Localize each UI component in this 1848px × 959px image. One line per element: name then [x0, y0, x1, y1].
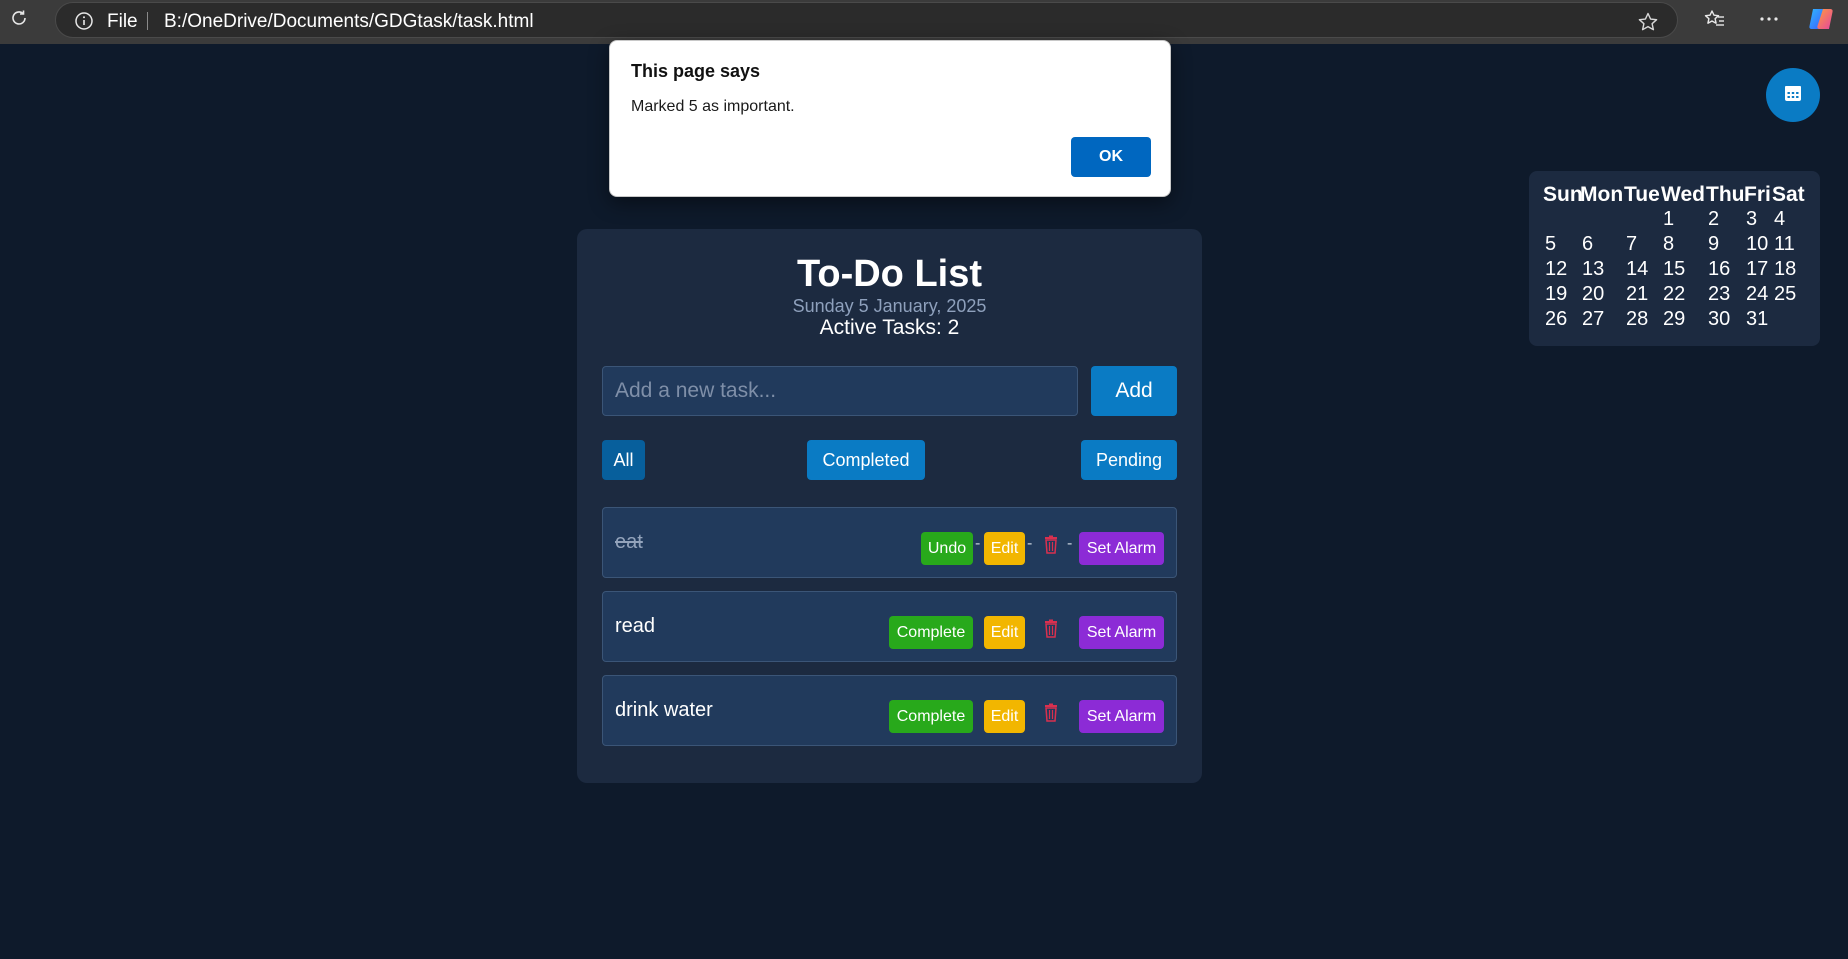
set-alarm-button[interactable]: Set Alarm [1079, 616, 1164, 649]
calendar-day[interactable]: 6 [1580, 233, 1624, 258]
info-icon[interactable] [74, 11, 94, 31]
calendar-day[interactable]: 8 [1661, 233, 1706, 258]
url-text[interactable]: B:/OneDrive/Documents/GDGtask/task.html [164, 11, 534, 33]
task-text: read [615, 615, 656, 637]
file-label: File [107, 11, 138, 32]
calendar-day[interactable]: 29 [1661, 308, 1706, 333]
calendar-day[interactable]: 13 [1580, 258, 1624, 283]
set-alarm-button[interactable]: Set Alarm [1079, 532, 1164, 565]
star-icon[interactable] [1637, 11, 1659, 33]
calendar-day[interactable]: 9 [1706, 233, 1744, 258]
active-task-count: Active Tasks: 2 [819, 316, 960, 339]
todo-card: To-Do List Sunday 5 January, 2025 Active… [577, 229, 1202, 783]
dialog-message: Marked 5 as important. [631, 98, 795, 115]
add-task-button[interactable]: Add [1091, 366, 1177, 416]
calendar-day[interactable]: 15 [1661, 258, 1706, 283]
filter-completed-button[interactable]: Completed [807, 440, 925, 480]
calendar-day-header: Sun [1543, 183, 1583, 206]
copilot-icon[interactable] [1807, 5, 1835, 33]
calendar-day[interactable]: 14 [1624, 258, 1661, 283]
calendar-day[interactable]: 30 [1706, 308, 1744, 333]
edit-button[interactable]: Edit [984, 700, 1025, 733]
calendar-day[interactable]: 10 [1744, 233, 1772, 258]
calendar-day[interactable]: 25 [1772, 283, 1806, 308]
calendar-day [1580, 208, 1624, 233]
undo-button[interactable]: Undo [921, 532, 973, 565]
calendar-day[interactable]: 24 [1744, 283, 1772, 308]
calendar-day [1624, 208, 1661, 233]
task-item: eat Undo - Edit - - Set Alarm [602, 507, 1177, 578]
task-item: read Complete Edit Set Alarm [602, 591, 1177, 662]
browser-toolbar: File B:/OneDrive/Documents/GDGtask/task.… [0, 0, 1848, 44]
task-item: drink water Complete Edit Set Alarm [602, 675, 1177, 746]
calendar-day [1543, 208, 1580, 233]
separator-dash: - [975, 535, 981, 552]
page-title: To-Do List [796, 253, 983, 295]
address-bar[interactable]: File B:/OneDrive/Documents/GDGtask/task.… [55, 2, 1678, 38]
calendar-day[interactable]: 31 [1744, 308, 1772, 333]
calendar-toggle-button[interactable] [1766, 68, 1820, 122]
calendar-day[interactable]: 19 [1543, 283, 1580, 308]
new-task-input[interactable] [602, 366, 1078, 416]
edit-button[interactable]: Edit [984, 616, 1025, 649]
calendar-grid: Sun Mon Tue Wed Thu Fri Sat 1 2 3 4 5 6 7 8 9 10 11 12 13 14… [1543, 183, 1806, 333]
calendar-day-header: Sat [1772, 183, 1805, 206]
calendar-day[interactable]: 28 [1624, 308, 1661, 333]
separator-dash: - [1067, 535, 1073, 552]
filter-pending-button[interactable]: Pending [1081, 440, 1177, 480]
trash-icon[interactable] [1043, 535, 1059, 555]
calendar-day[interactable]: 20 [1580, 283, 1624, 308]
calendar-day[interactable]: 16 [1706, 258, 1744, 283]
calendar-day-header: Thu [1706, 183, 1745, 206]
calendar-day[interactable]: 5 [1543, 233, 1580, 258]
calendar-day[interactable]: 12 [1543, 258, 1580, 283]
separator-dash: - [1027, 535, 1033, 552]
calendar-day[interactable]: 3 [1744, 208, 1772, 233]
calendar-day-header: Fri [1744, 183, 1771, 206]
calendar-day[interactable]: 18 [1772, 258, 1806, 283]
calendar-icon [1783, 83, 1803, 108]
complete-button[interactable]: Complete [889, 616, 973, 649]
calendar-day [1772, 308, 1806, 333]
calendar-day[interactable]: 11 [1772, 233, 1806, 258]
task-text: drink water [615, 699, 713, 721]
set-alarm-button[interactable]: Set Alarm [1079, 700, 1164, 733]
calendar-day[interactable]: 4 [1772, 208, 1806, 233]
trash-icon[interactable] [1043, 703, 1059, 723]
edit-button[interactable]: Edit [984, 532, 1025, 565]
calendar-day[interactable]: 23 [1706, 283, 1744, 308]
current-date: Sunday 5 January, 2025 [792, 296, 987, 316]
calendar-day[interactable]: 2 [1706, 208, 1744, 233]
calendar-day[interactable]: 17 [1744, 258, 1772, 283]
calendar-day[interactable]: 7 [1624, 233, 1661, 258]
complete-button[interactable]: Complete [889, 700, 973, 733]
calendar-day[interactable]: 26 [1543, 308, 1580, 333]
calendar-day-header: Mon [1580, 183, 1624, 206]
calendar-day[interactable]: 1 [1661, 208, 1706, 233]
address-separator [147, 12, 148, 30]
trash-icon[interactable] [1043, 619, 1059, 639]
calendar-day[interactable]: 22 [1661, 283, 1706, 308]
calendar-widget: Sun Mon Tue Wed Thu Fri Sat 1 2 3 4 5 6 7 8 9 10 11 12 13 14… [1529, 171, 1820, 346]
favorites-icon[interactable] [1703, 7, 1727, 31]
task-text: eat [615, 531, 643, 553]
dialog-title: This page says [631, 61, 761, 81]
alert-dialog: This page says Marked 5 as important. OK [609, 40, 1171, 197]
filter-all-button[interactable]: All [602, 440, 645, 480]
calendar-day[interactable]: 21 [1624, 283, 1661, 308]
reload-icon[interactable] [7, 6, 31, 30]
calendar-day-header: Wed [1661, 183, 1705, 206]
dialog-ok-button[interactable]: OK [1071, 137, 1151, 177]
more-icon[interactable] [1757, 7, 1781, 31]
calendar-day-header: Tue [1624, 183, 1660, 206]
calendar-day[interactable]: 27 [1580, 308, 1624, 333]
